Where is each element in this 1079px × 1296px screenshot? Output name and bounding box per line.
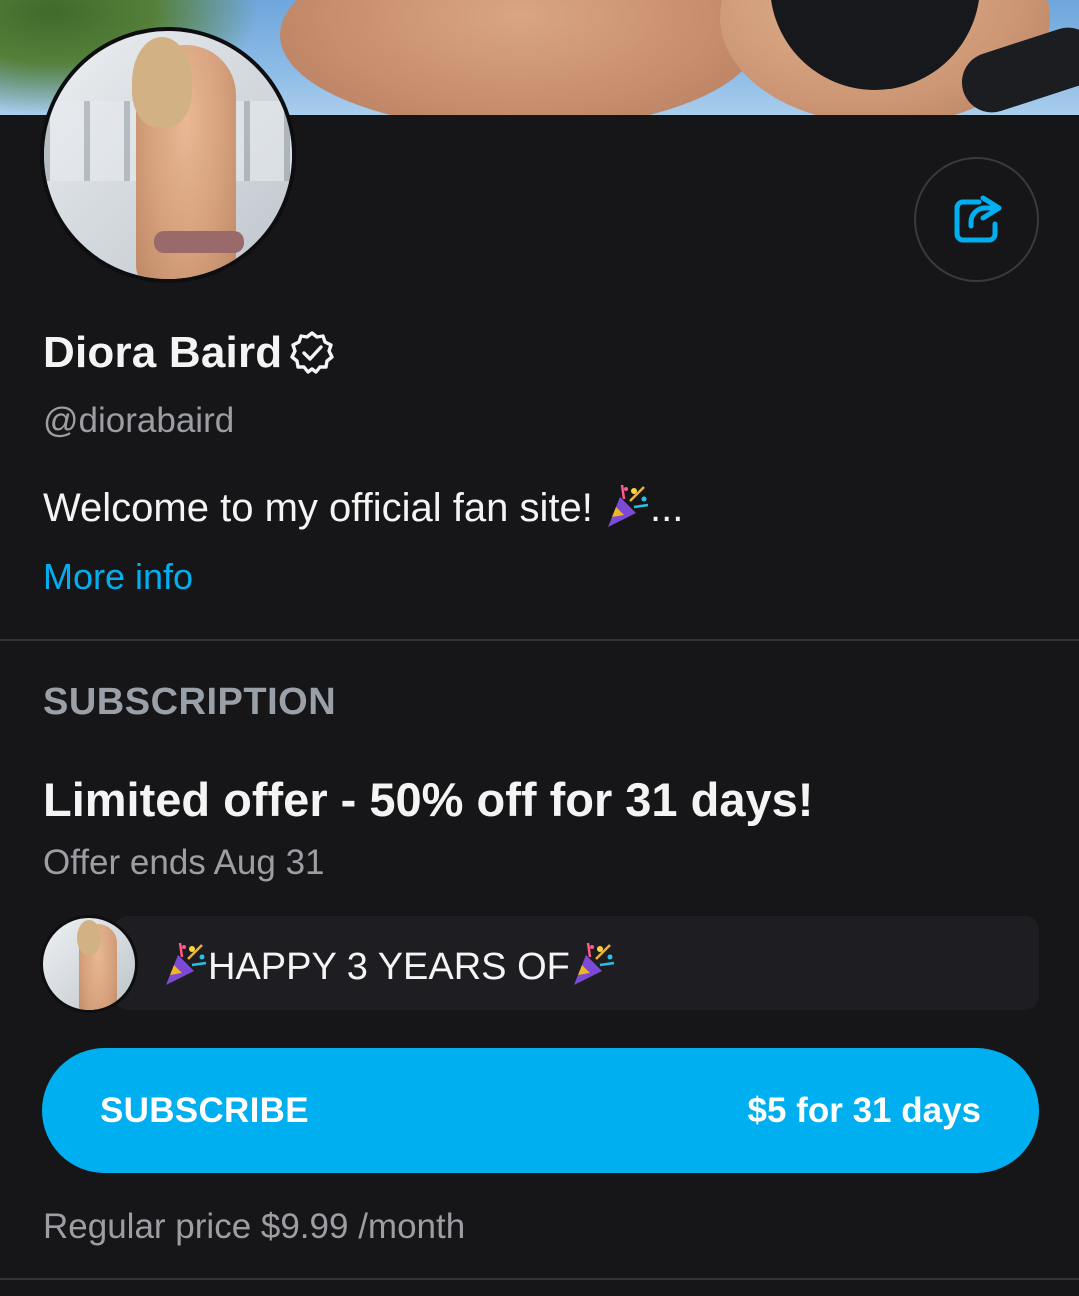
bio-ellipsis: ... <box>649 486 684 530</box>
subscription-heading: SUBSCRIPTION <box>43 681 337 723</box>
section-divider <box>0 1278 1079 1280</box>
profile-page: Diora Baird @diorabaird Welcome to my of… <box>0 0 1079 1296</box>
profile-bio: Welcome to my official fan site! ... <box>43 483 683 531</box>
bio-text: Welcome to my official fan site! <box>43 486 604 530</box>
offer-ends-text: Offer ends Aug 31 <box>43 843 325 882</box>
verified-badge-icon <box>290 331 335 374</box>
profile-name: Diora Baird <box>43 328 283 377</box>
share-icon <box>954 195 1001 242</box>
more-info-link[interactable]: More info <box>43 556 193 598</box>
party-popper-icon <box>573 942 615 985</box>
profile-avatar[interactable] <box>40 27 296 283</box>
subscribe-price: $5 for 31 days <box>747 1090 981 1130</box>
share-button[interactable] <box>914 157 1039 282</box>
offer-title: Limited offer - 50% off for 31 days! <box>43 773 814 826</box>
party-popper-icon <box>607 484 649 527</box>
regular-price: Regular price $9.99 /month <box>43 1207 466 1246</box>
promo-message-avatar <box>40 915 138 1013</box>
section-divider <box>0 639 1079 641</box>
profile-handle: @diorabaird <box>43 401 235 440</box>
party-popper-icon <box>166 942 207 985</box>
subscribe-button[interactable]: SUBSCRIBE $5 for 31 days <box>42 1048 1039 1173</box>
promo-message: HAPPY 3 YEARS OF <box>162 941 616 989</box>
subscribe-label: SUBSCRIBE <box>100 1090 309 1130</box>
profile-name-row: Diora Baird <box>43 328 336 378</box>
promo-message-text: HAPPY 3 YEARS OF <box>208 946 570 988</box>
